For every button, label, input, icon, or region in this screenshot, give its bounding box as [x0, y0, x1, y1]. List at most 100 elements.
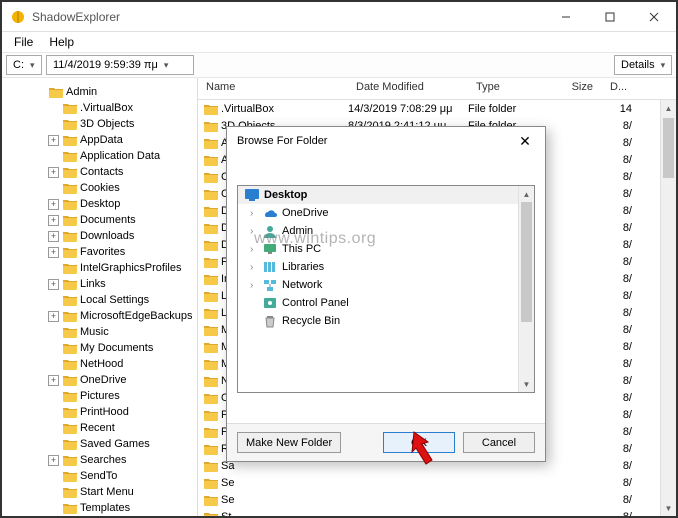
maximize-button[interactable] — [588, 2, 632, 32]
expand-toggle[interactable]: + — [48, 455, 59, 466]
menu-help[interactable]: Help — [41, 33, 82, 51]
expand-toggle[interactable]: + — [48, 199, 59, 210]
expand-toggle[interactable]: + — [48, 231, 59, 242]
browse-scrollbar[interactable]: ▲▼ — [518, 186, 534, 392]
browse-item[interactable]: ›Libraries — [238, 258, 534, 276]
tree-label: Searches — [80, 454, 126, 466]
tree-item[interactable]: .VirtualBox — [2, 100, 197, 116]
tree-label: OneDrive — [80, 374, 126, 386]
tree-label: AppData — [80, 134, 123, 146]
browse-item[interactable]: ›Admin — [238, 222, 534, 240]
tree-label: Documents — [80, 214, 136, 226]
ok-button[interactable]: OK — [383, 432, 455, 453]
tree-item[interactable]: NetHood — [2, 356, 197, 372]
tree-item[interactable]: My Documents — [2, 340, 197, 356]
tree-item[interactable]: Pictures — [2, 388, 197, 404]
list-row[interactable]: Se8/ — [198, 474, 676, 491]
libraries-icon — [262, 260, 278, 274]
tree-item[interactable]: Admin — [2, 84, 197, 100]
file-name: Se — [221, 494, 234, 506]
file-date: 14/3/2019 7:08:29 μμ — [348, 103, 468, 115]
list-row[interactable]: .VirtualBox14/3/2019 7:08:29 μμFile fold… — [198, 100, 676, 117]
file-d: 8/ — [602, 120, 632, 132]
expand-toggle[interactable]: + — [48, 311, 59, 322]
file-d: 8/ — [602, 171, 632, 183]
tree-item[interactable]: + MicrosoftEdgeBackups — [2, 308, 197, 324]
tree-item[interactable]: +Desktop — [2, 196, 197, 212]
file-d: 8/ — [602, 443, 632, 455]
view-select[interactable]: Details▾ — [614, 55, 672, 75]
tree-item[interactable]: + Searches — [2, 452, 197, 468]
file-d: 8/ — [602, 358, 632, 370]
tree-item[interactable]: Recent — [2, 420, 197, 436]
expand-chevron-icon: › — [250, 208, 262, 219]
expand-toggle[interactable]: + — [48, 375, 59, 386]
tree-item[interactable]: +Downloads — [2, 228, 197, 244]
control-icon — [262, 296, 278, 310]
tree-item[interactable]: Cookies — [2, 180, 197, 196]
close-button[interactable] — [632, 2, 676, 32]
tree-item[interactable]: + AppData — [2, 132, 197, 148]
expand-toggle[interactable]: + — [48, 135, 59, 146]
file-d: 8/ — [602, 494, 632, 506]
file-d: 8/ — [602, 324, 632, 336]
tree-item[interactable]: SendTo — [2, 468, 197, 484]
tree-label: SendTo — [80, 470, 117, 482]
tree-item[interactable]: Local Settings — [2, 292, 197, 308]
tree-label: My Documents — [80, 342, 153, 354]
col-type[interactable]: Type — [468, 78, 540, 99]
browse-item[interactable]: Recycle Bin — [238, 312, 534, 330]
browse-item[interactable]: ›Network — [238, 276, 534, 294]
drive-select[interactable]: C:▾ — [6, 55, 42, 75]
browse-item[interactable]: ›This PC — [238, 240, 534, 258]
snapshot-select[interactable]: 11/4/2019 9:59:39 πμ▾ — [46, 55, 194, 75]
list-row[interactable]: St8/ — [198, 508, 676, 516]
tree-label: NetHood — [80, 358, 123, 370]
browse-item[interactable]: Control Panel — [238, 294, 534, 312]
tree-item[interactable]: Saved Games — [2, 436, 197, 452]
tree-item[interactable]: +Links — [2, 276, 197, 292]
col-d[interactable]: D... — [602, 78, 632, 99]
tree-item[interactable]: Application Data — [2, 148, 197, 164]
folder-tree[interactable]: Admin.VirtualBox3D Objects + AppData Applic… — [2, 78, 198, 516]
expand-toggle[interactable]: + — [48, 279, 59, 290]
tree-label: Saved Games — [80, 438, 150, 450]
col-size[interactable]: Size — [540, 78, 602, 99]
tree-item[interactable]: IntelGraphicsProfiles — [2, 260, 197, 276]
minimize-button[interactable] — [544, 2, 588, 32]
browse-root-row[interactable]: Desktop — [238, 186, 534, 204]
make-new-folder-button[interactable]: Make New Folder — [237, 432, 341, 453]
menu-file[interactable]: File — [6, 33, 41, 51]
cancel-button[interactable]: Cancel — [463, 432, 535, 453]
dialog-titlebar[interactable]: Browse For Folder ✕ — [227, 127, 545, 155]
list-row[interactable]: Se 8/ — [198, 491, 676, 508]
col-name[interactable]: Name — [198, 78, 348, 99]
browse-item[interactable]: ›OneDrive — [238, 204, 534, 222]
tree-label: MicrosoftEdgeBackups — [80, 310, 193, 322]
chevron-down-icon: ▾ — [164, 60, 169, 71]
window-title: ShadowExplorer — [32, 10, 544, 24]
tree-item[interactable]: Music — [2, 324, 197, 340]
dialog-close-button[interactable]: ✕ — [511, 129, 539, 153]
browse-root-label: Desktop — [264, 189, 307, 201]
tree-item[interactable]: Templates — [2, 500, 197, 516]
file-d: 8/ — [602, 409, 632, 421]
tree-item[interactable]: +Contacts — [2, 164, 197, 180]
tree-label: Favorites — [80, 246, 125, 258]
tree-item[interactable]: + OneDrive — [2, 372, 197, 388]
tree-item[interactable]: + Documents — [2, 212, 197, 228]
pc-icon — [262, 242, 278, 256]
col-date[interactable]: Date Modified — [348, 78, 468, 99]
browse-tree[interactable]: Desktop ›OneDrive›Admin›This PC›Librarie… — [237, 185, 535, 393]
recycle-icon — [262, 314, 278, 328]
expand-toggle[interactable]: + — [48, 247, 59, 258]
tree-item[interactable]: + Favorites — [2, 244, 197, 260]
tree-item[interactable]: Start Menu — [2, 484, 197, 500]
tree-item[interactable]: 3D Objects — [2, 116, 197, 132]
expand-toggle[interactable]: + — [48, 167, 59, 178]
tree-item[interactable]: PrintHood — [2, 404, 197, 420]
tree-label: Application Data — [80, 150, 160, 162]
expand-toggle[interactable]: + — [48, 215, 59, 226]
list-scrollbar[interactable]: ▲▼ — [660, 100, 676, 516]
file-d: 8/ — [602, 188, 632, 200]
